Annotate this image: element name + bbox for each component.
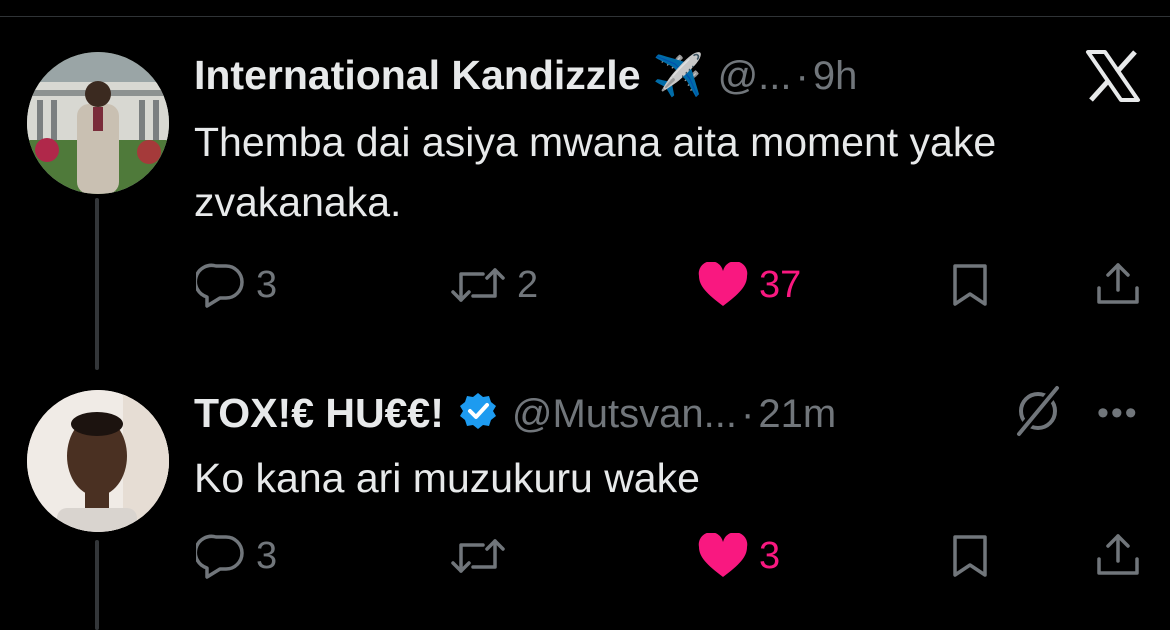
user-handle[interactable]: @Mutsvan...	[512, 392, 737, 437]
like-count: 37	[759, 263, 802, 306]
retweet-button[interactable]: 2	[449, 262, 538, 308]
share-button[interactable]	[1095, 531, 1141, 579]
avatar[interactable]	[27, 390, 169, 532]
heart-icon	[698, 533, 748, 577]
bookmark-button[interactable]	[950, 262, 990, 308]
airplane-emoji: ✈️	[652, 52, 704, 98]
retweet-icon	[451, 539, 505, 573]
reply-count: 3	[256, 534, 278, 577]
display-name[interactable]: International Kandizzle	[194, 52, 641, 99]
thread-line	[95, 540, 99, 630]
x-logo-icon[interactable]	[1085, 50, 1141, 107]
top-divider	[0, 0, 1170, 17]
reply-button[interactable]: 3	[196, 262, 277, 308]
separator-dot: ·	[741, 392, 755, 436]
tweet-text: Ko kana ari muzukuru wake	[194, 455, 700, 501]
bookmark-icon	[953, 264, 987, 306]
tweet-header: TOX!€ HU€€! @Mutsvan... · 21m	[194, 390, 836, 437]
bookmark-icon	[953, 535, 987, 577]
tweet-header: International Kandizzle ✈️ @... · 9h	[194, 52, 857, 100]
retweet-button[interactable]	[449, 533, 517, 579]
tweet-text-line: zvakanaka.	[194, 179, 402, 225]
user-handle[interactable]: @...	[718, 54, 792, 99]
timestamp[interactable]: 21m	[758, 392, 836, 437]
grok-icon[interactable]	[1009, 384, 1067, 442]
bookmark-button[interactable]	[950, 533, 990, 579]
share-icon	[1097, 263, 1139, 304]
avatar[interactable]	[27, 52, 169, 194]
retweet-count: 2	[517, 263, 539, 306]
heart-icon	[698, 262, 748, 306]
share-icon	[1097, 534, 1139, 575]
reply-count: 3	[256, 263, 278, 306]
like-count: 3	[759, 534, 781, 577]
share-button[interactable]	[1095, 260, 1141, 308]
timestamp[interactable]: 9h	[813, 54, 858, 99]
reply-button[interactable]: 3	[196, 533, 277, 579]
display-name[interactable]: TOX!€ HU€€!	[194, 390, 444, 437]
like-button[interactable]: 37	[697, 262, 801, 308]
reply-icon	[196, 534, 244, 579]
verified-badge-icon	[458, 391, 498, 436]
like-button[interactable]: 3	[697, 533, 780, 579]
separator-dot: ·	[795, 54, 809, 98]
tweet-text: Themba dai asiya mwana aita moment yake …	[194, 112, 996, 232]
reply-icon	[196, 263, 244, 308]
more-icon[interactable]: •••	[1097, 394, 1139, 433]
tweet-text-line: Themba dai asiya mwana aita moment yake	[194, 119, 997, 165]
thread-line	[95, 198, 99, 370]
retweet-icon	[451, 268, 505, 302]
